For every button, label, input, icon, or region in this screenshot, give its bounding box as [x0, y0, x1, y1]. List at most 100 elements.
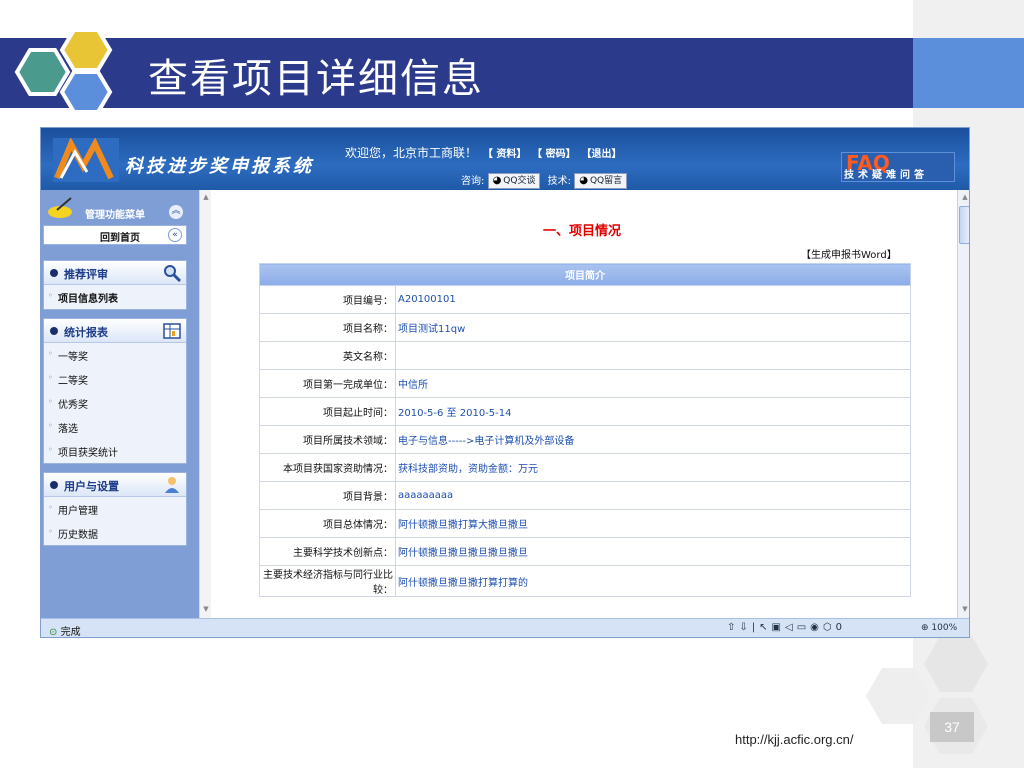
field-value — [395, 341, 911, 370]
table-row: 主要科学技术创新点： 阿什顿撒旦撒旦撒旦撒旦撒旦 — [259, 537, 911, 566]
sidebar-item-label: 用户管理 — [58, 506, 98, 517]
eye-icon[interactable]: ◉ — [810, 622, 823, 633]
system-logo-icon — [53, 138, 119, 182]
pencil-icon — [48, 197, 72, 218]
menu-title: 管理功能菜单 — [85, 210, 145, 221]
zoom-icon: ⊕ — [921, 623, 929, 633]
title-band-accent — [913, 38, 1024, 108]
sidebar-item-rejected[interactable]: ◦ 落选 — [44, 415, 186, 439]
sidebar-item-user-management[interactable]: ◦ 用户管理 — [44, 497, 186, 521]
field-label: 项目所属技术领域： — [259, 425, 396, 454]
done-check-icon: ⊙ — [49, 627, 58, 638]
field-label: 项目编号： — [259, 285, 396, 314]
bullet-icon: ◦ — [48, 445, 53, 454]
table-row: 项目第一完成单位： 中信所 — [259, 369, 911, 398]
sidebar-item-label: 一等奖 — [58, 352, 88, 363]
field-label: 本项目获国家资助情况： — [259, 453, 396, 482]
field-value: 阿什顿撒旦撒旦撒旦撒旦撒旦 — [395, 537, 911, 566]
qq-chat-button[interactable]: ◕ QQ交谈 — [487, 173, 541, 189]
sidebar-scrollbar[interactable]: ▲ ▼ — [199, 190, 211, 618]
field-value: A20100101 — [395, 285, 911, 314]
profile-link[interactable]: 【 资料】 — [483, 149, 526, 160]
user-settings-icon — [165, 477, 179, 493]
table-header-row: 项目简介 — [259, 263, 911, 286]
sidebar: 管理功能菜单 ︽ 回到首页 « 推荐评审 ◦ 项目信息列表 统计报表 ◦ 一等奖… — [41, 190, 199, 618]
home-link[interactable]: 回到首页 « — [43, 225, 187, 245]
group-statistics: 统计报表 ◦ 一等奖 ◦ 二等奖 ◦ 优秀奖 ◦ 落选 ◦ 项目获奖统计 — [43, 318, 187, 464]
group-review: 推荐评审 ◦ 项目信息列表 — [43, 260, 187, 310]
group-users: 用户与设置 ◦ 用户管理 ◦ 历史数据 — [43, 472, 187, 546]
faq-button[interactable]: FAQ 技术疑难问答 — [841, 151, 955, 182]
zoom-level[interactable]: ⊕ 100% — [921, 623, 957, 633]
scroll-down-icon[interactable]: ▼ — [201, 604, 211, 614]
shield-icon[interactable]: ⬡ — [823, 622, 836, 633]
consult-bar: 咨询: ◕ QQ交谈 技术: ◕ QQ留言 — [461, 172, 631, 189]
print-icon[interactable]: ▣ — [772, 622, 785, 633]
down-arrow-icon[interactable]: ⇩ — [739, 622, 751, 633]
qq-message-label: QQ留言 — [589, 176, 623, 186]
window-icon[interactable]: ▭ — [797, 622, 810, 633]
slide: 查看项目详细信息 37 http://kjj.acfic.org.cn/ 科技进… — [0, 0, 1024, 768]
field-value: 阿什顿撒旦撒打算大撒旦撒旦 — [395, 509, 911, 538]
field-value: 电子与信息----->电子计算机及外部设备 — [395, 425, 911, 454]
collapse-up-icon[interactable]: ︽ — [169, 205, 183, 219]
field-label: 项目总体情况： — [259, 509, 396, 538]
group-header-statistics[interactable]: 统计报表 — [44, 319, 186, 343]
home-label: 回到首页 — [100, 233, 140, 244]
welcome-bar: 欢迎您，北京市工商联！ 【 资料】 【 密码】 【退出】 — [345, 144, 621, 161]
scroll-up-icon[interactable]: ▲ — [201, 192, 211, 202]
sidebar-item-second-prize[interactable]: ◦ 二等奖 — [44, 367, 186, 391]
sidebar-item-award-stats[interactable]: ◦ 项目获奖统计 — [44, 439, 186, 463]
table-row: 项目总体情况： 阿什顿撒旦撒打算大撒旦撒旦 — [259, 509, 911, 538]
sidebar-item-history-data[interactable]: ◦ 历史数据 — [44, 521, 186, 545]
double-left-icon[interactable]: « — [168, 228, 182, 242]
penguin-icon: ◕ — [579, 175, 588, 186]
logout-link[interactable]: 【退出】 — [581, 149, 621, 160]
table-row: 项目起止时间： 2010-5-6 至 2010-5-14 — [259, 397, 911, 426]
group-header-users[interactable]: 用户与设置 — [44, 473, 186, 497]
bullet-icon: ◦ — [48, 421, 53, 430]
bullet-icon — [50, 327, 58, 335]
field-label: 项目起止时间： — [259, 397, 396, 426]
cursor-icon[interactable]: ↖ — [759, 622, 771, 633]
section-title: 一、项目情况 — [543, 224, 622, 239]
status-bar: ⊙ 完成 ⇧⇩|↖▣◁▭◉⬡0 ⊕ 100% — [41, 618, 969, 638]
sidebar-item-label: 历史数据 — [58, 530, 98, 541]
group-header-review[interactable]: 推荐评审 — [44, 261, 186, 285]
field-value: 阿什顿撒旦撒旦撒打算打算的 — [395, 565, 911, 597]
browser-screenshot: 科技进步奖申报系统 欢迎您，北京市工商联！ 【 资料】 【 密码】 【退出】 咨… — [40, 127, 970, 638]
table-header: 项目简介 — [259, 263, 911, 286]
main-scrollbar[interactable]: ▲ ▼ — [957, 190, 969, 618]
status-label: 完成 — [60, 627, 81, 638]
sidebar-item-first-prize[interactable]: ◦ 一等奖 — [44, 343, 186, 367]
bullet-icon: ◦ — [48, 397, 53, 406]
field-label: 主要技术经济指标与同行业比较： — [259, 565, 396, 597]
qq-message-button[interactable]: ◕ QQ留言 — [574, 173, 628, 189]
generate-word-link[interactable]: 【生成申报书Word】 — [801, 246, 897, 261]
sidebar-item-excellence[interactable]: ◦ 优秀奖 — [44, 391, 186, 415]
scroll-down-icon[interactable]: ▼ — [960, 604, 969, 614]
scroll-thumb[interactable] — [959, 206, 969, 244]
field-value: 中信所 — [395, 369, 911, 398]
group-title: 推荐评审 — [64, 268, 108, 281]
field-value: 获科技部资助，资助金额：万元 — [395, 453, 911, 482]
scroll-up-icon[interactable]: ▲ — [960, 192, 969, 202]
table-chart-icon — [163, 323, 181, 339]
speaker-icon[interactable]: ◁ — [785, 622, 797, 633]
bullet-icon — [50, 269, 58, 277]
welcome-text: 欢迎您，北京市工商联！ — [345, 146, 478, 160]
field-label: 英文名称： — [259, 341, 396, 370]
penguin-icon: ◕ — [492, 175, 502, 186]
footer-url[interactable]: http://kjj.acfic.org.cn/ — [735, 732, 854, 747]
table-row: 英文名称： — [259, 341, 911, 370]
faq-subtitle: 技术疑难问答 — [844, 170, 928, 181]
up-arrow-icon[interactable]: ⇧ — [727, 622, 739, 633]
sidebar-item-project-list[interactable]: ◦ 项目信息列表 — [44, 285, 186, 309]
sidebar-item-label: 落选 — [58, 424, 78, 435]
field-value: 2010-5-6 至 2010-5-14 — [395, 397, 911, 426]
field-label: 项目名称： — [259, 313, 396, 342]
menu-header: 管理功能菜单 ︽ — [43, 194, 189, 221]
bullet-icon: ◦ — [48, 291, 53, 300]
bullet-icon: ◦ — [48, 527, 53, 536]
password-link[interactable]: 【 密码】 — [532, 149, 575, 160]
